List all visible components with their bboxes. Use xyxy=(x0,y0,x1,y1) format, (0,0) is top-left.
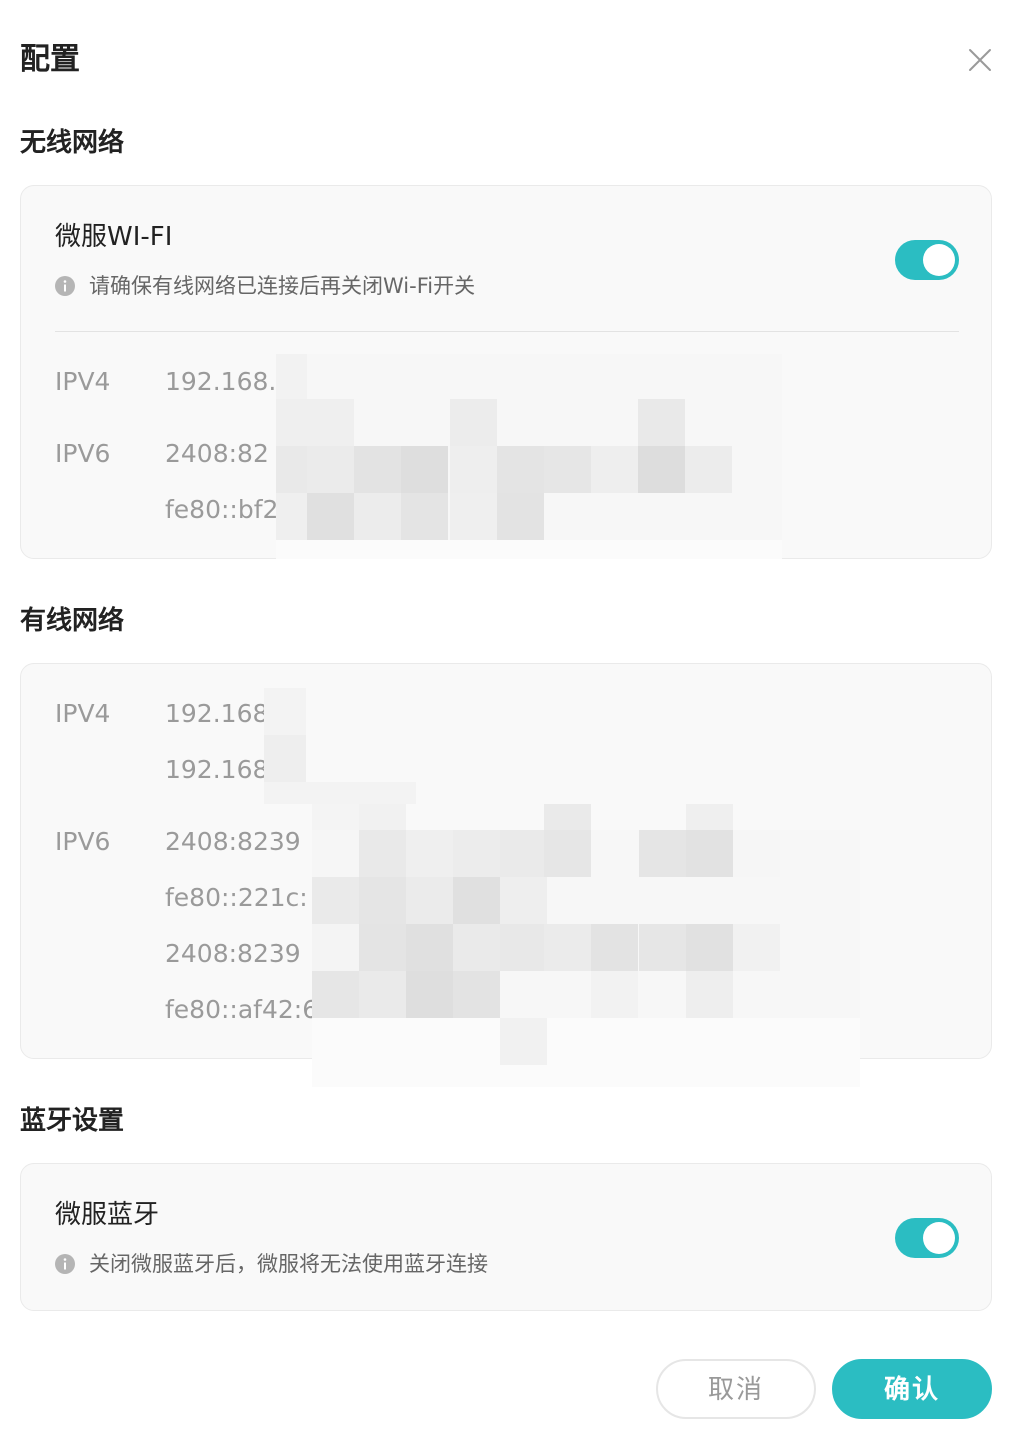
redaction-mosaic xyxy=(276,354,782,559)
wireless-ipv6-key: IPV6 xyxy=(55,439,111,468)
wireless-card: 微服WI-FI 请确保有线网络已连接后再关闭Wi-Fi开关 IPV4 192.1… xyxy=(20,185,992,559)
bluetooth-hint-text: 关闭微服蓝牙后，微服将无法使用蓝牙连接 xyxy=(89,1252,488,1276)
close-icon[interactable] xyxy=(964,44,996,76)
wired-ipv4-value: 192.168 xyxy=(165,755,269,784)
bluetooth-toggle[interactable] xyxy=(895,1218,959,1258)
wired-ipv6-value: fe80::221c: xyxy=(165,883,308,912)
wired-ipv6-key: IPV6 xyxy=(55,827,111,856)
wifi-hint: 请确保有线网络已连接后再关闭Wi-Fi开关 xyxy=(55,272,475,300)
wifi-toggle[interactable] xyxy=(895,240,959,280)
dialog-title: 配置 xyxy=(20,42,80,77)
cancel-button[interactable]: 取消 xyxy=(656,1359,816,1419)
wired-ipv6-value: fe80::af42:6 xyxy=(165,995,319,1024)
wifi-label: 微服WI-FI xyxy=(55,222,173,252)
redaction-mosaic xyxy=(264,688,306,782)
wireless-ipv4-value: 192.168.5 xyxy=(165,367,293,396)
bluetooth-card: 微服蓝牙 关闭微服蓝牙后，微服将无法使用蓝牙连接 xyxy=(20,1163,992,1311)
wifi-toggle-knob xyxy=(923,244,955,276)
bluetooth-section-title: 蓝牙设置 xyxy=(20,1106,125,1136)
info-icon xyxy=(55,276,75,296)
wired-ipv4-key: IPV4 xyxy=(55,699,111,728)
wired-card: IPV4 192.168 192.168 IPV6 2408:8239 fe80… xyxy=(20,663,992,1087)
wireless-ipv6-value: 2408:82 xyxy=(165,439,269,468)
wireless-ipv6-value: fe80::bf2 xyxy=(165,495,279,524)
config-dialog: 配置 无线网络 微服WI-FI 请确保有线网络已连接后再关闭Wi-Fi开关 IP… xyxy=(0,0,1032,1446)
wired-ipv6-value: 2408:8239 xyxy=(165,939,301,968)
bluetooth-hint: 关闭微服蓝牙后，微服将无法使用蓝牙连接 xyxy=(55,1250,488,1278)
wired-section-title: 有线网络 xyxy=(20,606,125,636)
redaction-mosaic xyxy=(264,782,416,804)
bluetooth-label: 微服蓝牙 xyxy=(55,1200,160,1230)
bluetooth-toggle-knob xyxy=(923,1222,955,1254)
info-icon xyxy=(55,1254,75,1274)
wireless-ipv4-key: IPV4 xyxy=(55,367,111,396)
wired-ipv4-value: 192.168 xyxy=(165,699,269,728)
wifi-hint-text: 请确保有线网络已连接后再关闭Wi-Fi开关 xyxy=(89,274,476,298)
wireless-divider xyxy=(55,331,959,332)
wired-ipv6-value: 2408:8239 xyxy=(165,827,301,856)
redaction-mosaic xyxy=(312,804,860,1087)
confirm-button[interactable]: 确认 xyxy=(832,1359,992,1419)
wireless-section-title: 无线网络 xyxy=(20,128,125,158)
